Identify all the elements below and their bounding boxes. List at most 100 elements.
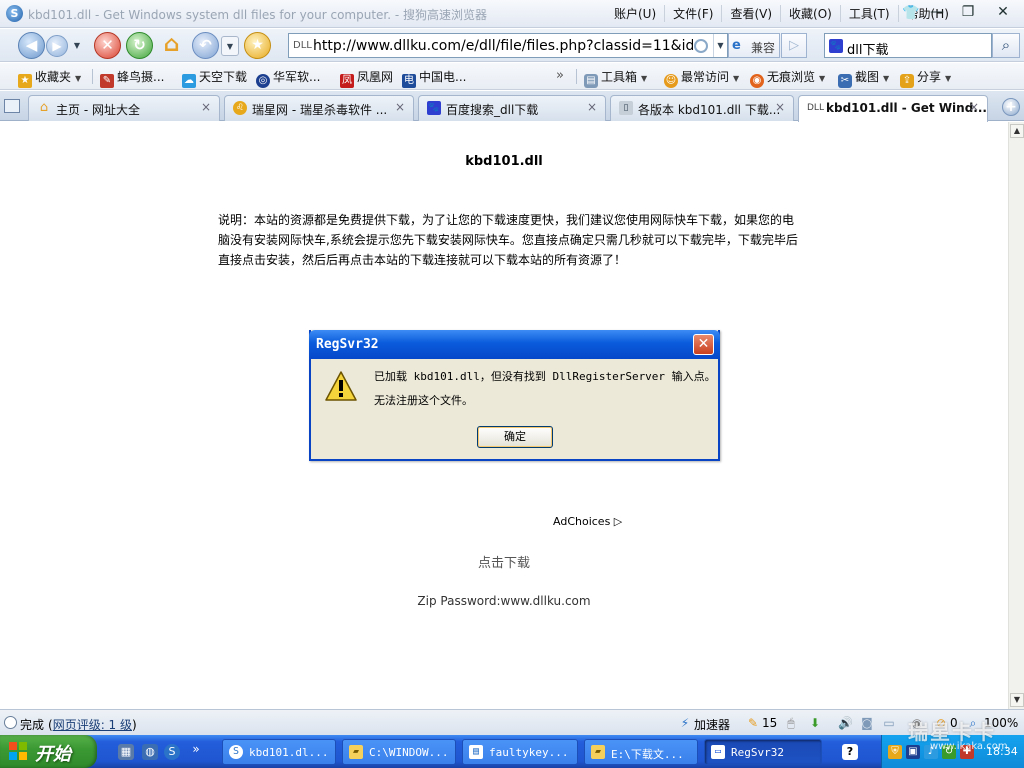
bookmark-fengniao[interactable]: ✎ 蜂鸟摄... [100, 68, 164, 88]
folder-icon: ▰ [349, 745, 363, 759]
scroll-up-icon[interactable]: ▲ [1010, 124, 1024, 138]
menu-tools[interactable]: 工具(T) [839, 5, 898, 22]
screenshot-menu[interactable]: ✂ 截图 ▼ [838, 68, 889, 88]
tab-baidu[interactable]: 🐾 百度搜索_dll下载 × [418, 95, 606, 121]
dialog-message-detail: 无法注册这个文件。 [374, 394, 473, 407]
home-button[interactable]: ⌂ [158, 32, 185, 59]
tab-close-icon[interactable]: × [201, 100, 211, 114]
quicklaunch-browser-icon[interactable]: S [164, 744, 180, 760]
go-button[interactable]: ▷ [781, 33, 807, 58]
network-icon[interactable]: ▣ [906, 745, 920, 759]
security-icon[interactable] [694, 39, 708, 53]
title-bar: S kbd101.dll - Get Windows system dll fi… [0, 0, 1024, 28]
window-close-button[interactable]: ✕ [988, 2, 1018, 24]
refresh-button[interactable]: ↻ [126, 32, 153, 59]
menu-view[interactable]: 查看(V) [721, 5, 780, 22]
tab-versions[interactable]: ▯ 各版本 kbd101.dll 下载... × [610, 95, 794, 121]
document-icon: ▤ [469, 745, 483, 759]
scroll-down-icon[interactable]: ▼ [1010, 693, 1024, 707]
tab-list-icon[interactable] [4, 99, 20, 113]
download-count-icon: ✎ [747, 716, 759, 730]
search-box[interactable]: 🐾 dll下载 [824, 33, 992, 58]
vertical-scrollbar[interactable]: ▲ ▼ [1008, 122, 1024, 709]
window-title: kbd101.dll - Get Windows system dll file… [28, 8, 488, 22]
tab-close-icon[interactable]: × [587, 100, 597, 114]
back-button[interactable]: ◀ [18, 32, 45, 59]
page-rating-link[interactable]: 网页评级: 1 级 [53, 718, 132, 732]
undo-close-tab-button[interactable]: ↶ [192, 32, 219, 59]
download-link[interactable]: 点击下载 [0, 552, 1008, 571]
ok-button[interactable]: 确定 [477, 426, 553, 448]
screenshot-icon: ✂ [838, 74, 852, 88]
quicklaunch-desktop-icon[interactable]: ▦ [118, 744, 134, 760]
toolbox-menu[interactable]: ▤ 工具箱 ▼ [584, 68, 647, 88]
skin-shirt-icon[interactable]: 👕 [902, 5, 919, 21]
tab-close-icon[interactable]: × [775, 100, 785, 114]
forward-button[interactable]: ▶ [46, 35, 68, 57]
quicklaunch-media-icon[interactable]: ◍ [142, 744, 158, 760]
bookmark-onlinedown[interactable]: ◎ 华军软... [256, 68, 320, 88]
minimize-button[interactable]: — [922, 2, 952, 24]
taskbar: 开始 ▦ ◍ S » S kbd101.dl... ▰ C:\WINDOW...… [0, 735, 1024, 768]
address-bar[interactable]: DLL http://www.dllku.com/e/dll/file/file… [288, 33, 728, 58]
help-icon[interactable]: ? [842, 744, 858, 760]
mouse-gesture-icon[interactable]: 🖱 [784, 716, 798, 730]
menu-account[interactable]: 账户(U) [606, 5, 664, 22]
tab-home[interactable]: ⌂ 主页 - 网址大全 × [28, 95, 220, 121]
new-tab-button[interactable]: + [1002, 98, 1020, 116]
page-rating[interactable]: (网页评级: 1 级) [48, 716, 137, 733]
dialog-title-bar[interactable]: RegSvr32 ✕ [309, 330, 720, 359]
dialog-close-button[interactable]: ✕ [693, 334, 714, 355]
download-count[interactable]: 15 [762, 716, 777, 730]
download-arrow-icon[interactable]: ⬇ [808, 716, 822, 730]
warning-icon [325, 371, 357, 401]
task-label: kbd101.dl... [249, 746, 329, 759]
stop-button[interactable]: ✕ [94, 32, 121, 59]
bookmark-label: 蜂鸟摄... [117, 70, 165, 84]
private-browsing-menu[interactable]: ◉ 无痕浏览 ▼ [750, 68, 825, 88]
bookmark-label: 华军软... [273, 70, 321, 84]
favorite-star-button[interactable]: ★ [244, 32, 271, 59]
camera-icon[interactable]: ◙ [860, 716, 874, 730]
baidu-paw-icon[interactable]: 🐾 [829, 39, 843, 53]
address-input[interactable]: http://www.dllku.com/e/dll/file/files.ph… [313, 38, 693, 54]
tab-rising[interactable]: ♌ 瑞星网 - 瑞星杀毒软件 ... × [224, 95, 414, 121]
maximize-button[interactable]: ❐ [953, 2, 983, 24]
task-explorer-windows[interactable]: ▰ C:\WINDOW... [342, 739, 456, 765]
bookmark-skycn[interactable]: ☁ 天空下载 [182, 68, 247, 88]
regsvr32-dialog: RegSvr32 ✕ 已加载 kbd101.dll，但没有找到 DllRegis… [309, 330, 720, 461]
task-browser[interactable]: S kbd101.dl... [222, 739, 336, 765]
task-explorer-downloads[interactable]: ▰ E:\下载文... [584, 739, 698, 765]
quicklaunch-more-button[interactable]: » [188, 741, 204, 757]
task-regsvr32-active[interactable]: ▭ RegSvr32 [704, 739, 822, 765]
compat-mode-button[interactable]: e 兼容 [728, 33, 780, 58]
history-dropdown-icon[interactable]: ▼ [70, 39, 84, 53]
start-button[interactable]: 开始 [0, 735, 97, 768]
adchoices-link[interactable]: AdChoices ▷ [553, 515, 622, 528]
bookmark-ifeng[interactable]: 凤凤凰网 [340, 68, 393, 88]
search-input[interactable]: dll下载 [847, 39, 888, 58]
toolbox-icon: ▤ [584, 74, 598, 88]
download-notice: 说明：本站的资源都是免费提供下载，为了让您的下载速度更快，我们建议您使用网际快车… [218, 213, 798, 267]
task-label: faultykey... [489, 746, 569, 759]
shield-icon[interactable]: ⛨ [888, 745, 902, 759]
most-visited-menu[interactable]: ☺ 最常访问 ▼ [664, 68, 739, 88]
share-menu[interactable]: ⇪ 分享 ▼ [900, 68, 951, 88]
chevron-down-icon: ▼ [819, 74, 826, 83]
tab-close-icon[interactable]: × [969, 100, 979, 114]
address-dropdown-icon[interactable]: ▼ [713, 34, 727, 57]
menu-favorites[interactable]: 收藏(O) [780, 5, 840, 22]
bookmark-china-telecom[interactable]: 电中国电... [402, 68, 466, 88]
tab-label: kbd101.dll - Get Wind... [826, 101, 987, 115]
menu-file[interactable]: 文件(F) [664, 5, 721, 22]
task-faultykey[interactable]: ▤ faultykey... [462, 739, 578, 765]
tab-close-icon[interactable]: × [395, 100, 405, 114]
tab-kbd101-active[interactable]: DLL kbd101.dll - Get Wind... × [798, 95, 988, 122]
accelerator-button[interactable]: 加速器 [694, 716, 730, 733]
favorites-menu[interactable]: ★ 收藏夹 ▼ [18, 68, 81, 88]
undo-dropdown-icon[interactable]: ▼ [221, 36, 239, 56]
more-bookmarks-button[interactable]: » [556, 68, 564, 83]
search-button[interactable]: ⌕ [992, 33, 1020, 58]
sound-icon[interactable]: 🔊 [838, 716, 853, 730]
window-icon[interactable]: ▭ [882, 716, 896, 730]
